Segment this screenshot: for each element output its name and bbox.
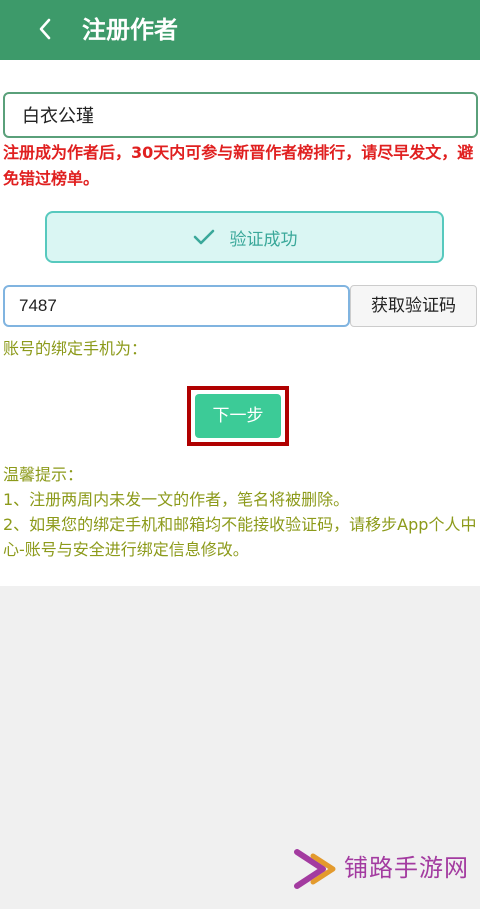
- tips-section: 温馨提示： 1、注册两周内未发一文的作者，笔名将被删除。 2、如果您的绑定手机和…: [3, 462, 477, 562]
- top-app-bar: 注册作者: [0, 0, 480, 60]
- verified-label: 验证成功: [229, 229, 298, 250]
- verification-success-button[interactable]: 验证成功: [45, 211, 444, 263]
- next-step-button[interactable]: 下一步: [195, 394, 281, 438]
- verification-code-input[interactable]: [3, 285, 350, 327]
- tip-item: 2、如果您的绑定手机和邮箱均不能接收验证码，请移步App个人中心-账号与安全进行…: [3, 515, 477, 559]
- chevron-left-icon: [39, 18, 51, 40]
- bound-phone-label: 账号的绑定手机为：: [3, 339, 148, 358]
- watermark-text: 铺路手游网: [344, 854, 469, 882]
- page-title: 注册作者: [82, 16, 178, 44]
- registration-warning: 注册成为作者后，30天内可参与新晋作者榜排行，请尽早发文，避免错过榜单。: [3, 143, 474, 188]
- get-code-button[interactable]: 获取验证码: [350, 285, 477, 327]
- watermark-logo-icon: [294, 849, 336, 889]
- tips-title: 温馨提示：: [3, 465, 84, 484]
- author-name-input[interactable]: [3, 92, 478, 138]
- back-button[interactable]: [30, 14, 60, 44]
- checkmark-icon: [193, 229, 214, 245]
- tip-item: 1、注册两周内未发一文的作者，笔名将被删除。: [3, 490, 350, 509]
